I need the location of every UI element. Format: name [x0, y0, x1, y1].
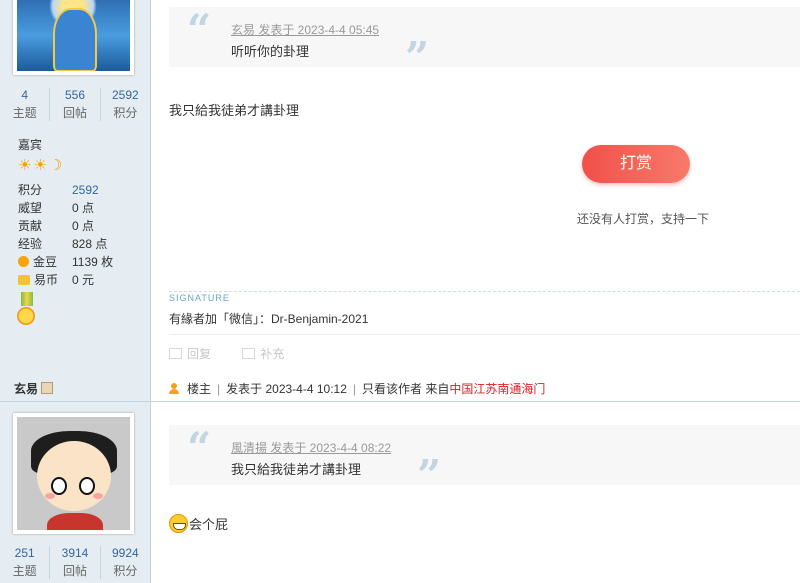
stat-threads[interactable]: 251 主题	[0, 546, 49, 579]
quote-text: 听听你的卦理	[231, 44, 310, 59]
user-stats: 4 主题 556 回帖 2592 积分	[0, 88, 150, 121]
info-row: 经验 828 点	[18, 237, 108, 251]
info-row: 积分 2592	[18, 183, 99, 197]
quote-block: “ 玄易 发表于 2023-4-4 05:45 听听你的卦理 ”	[169, 5, 800, 79]
reply-icon	[169, 348, 182, 359]
stat-replies[interactable]: 3914 回帖	[49, 546, 99, 579]
divider	[169, 334, 800, 335]
stat-points[interactable]: 9924 积分	[99, 546, 150, 579]
open-quote-icon: “	[187, 423, 212, 472]
rank-stars-icon: ☀☀☽	[18, 157, 65, 174]
author-sidebar: 4 主题 556 回帖 2592 积分 嘉宾 ☀☀☽ 积分 2592 威望 0 点 贡献 0…	[0, 0, 151, 583]
info-row: 威望 0 点	[18, 201, 95, 215]
author-icon	[169, 383, 179, 394]
quote-author-link[interactable]: 風清揚 发表于 2023-4-4 08:22	[231, 439, 391, 456]
user-stats: 251 主题 3914 回帖 9924 积分	[0, 546, 150, 579]
post-body: 我只給我徒弟才講卦理	[169, 103, 300, 118]
supplement-icon	[242, 348, 256, 359]
stat-replies[interactable]: 556 回帖	[49, 88, 99, 121]
author-name: 玄易	[14, 380, 54, 397]
buddha-avatar-image	[17, 0, 130, 71]
info-row: 金豆 1139 枚	[18, 253, 148, 271]
supplement-button[interactable]: 补充	[242, 347, 298, 361]
author-role: 楼主	[187, 382, 212, 396]
stat-points[interactable]: 2592 积分	[99, 88, 150, 121]
info-row: 易币 0 元	[18, 271, 148, 289]
post-content-area: “ 玄易 发表于 2023-4-4 05:45 听听你的卦理 ” 我只給我徒弟才…	[151, 0, 800, 583]
quote-text: 我只給我徒弟才講卦理	[231, 462, 362, 477]
cartoon-avatar-image	[17, 417, 130, 530]
coin-stack-icon	[18, 275, 30, 285]
grin-emoji-icon	[169, 514, 188, 533]
post-meta: 楼主 | 发表于 2023-4-4 10:12 | 只看该作者 来自中国江苏南通海门	[169, 380, 545, 397]
close-quote-icon: ”	[405, 33, 430, 82]
open-quote-icon: “	[187, 5, 212, 54]
from-label: 来自	[425, 382, 450, 396]
post-time: 发表于 2023-4-4 10:12	[226, 382, 347, 396]
reply-button[interactable]: 回复	[169, 347, 225, 361]
signature-label: SIGNATURE	[169, 293, 230, 303]
reward-note: 还没有人打赏，支持一下	[577, 212, 710, 226]
location-text: 中国江苏南通海门	[449, 382, 546, 396]
signature-text: 有緣者加「微信」：Dr-Benjamin-2021	[169, 312, 369, 326]
gold-bean-icon	[18, 256, 29, 267]
divider	[0, 401, 150, 402]
close-quote-icon: ”	[417, 451, 442, 500]
stat-threads[interactable]: 4 主题	[0, 88, 49, 121]
post-body: 会个屁	[169, 514, 228, 533]
online-status-icon	[41, 382, 54, 394]
divider	[151, 401, 800, 402]
signature-divider	[169, 291, 800, 292]
quote-author-link[interactable]: 玄易 发表于 2023-4-4 05:45	[231, 21, 379, 38]
user-avatar[interactable]	[13, 0, 134, 75]
medal-icon[interactable]	[17, 292, 37, 326]
reward-button[interactable]: 打赏	[582, 145, 690, 183]
only-author-link[interactable]: 只看该作者	[362, 382, 422, 396]
quote-block: “ 風清揚 发表于 2023-4-4 08:22 我只給我徒弟才講卦理 ”	[169, 423, 800, 497]
info-row: 贡献 0 点	[18, 219, 95, 233]
user-group: 嘉宾	[18, 138, 43, 152]
post-actions: 回复 补充	[169, 345, 312, 362]
user-avatar[interactable]	[13, 413, 134, 534]
user-info-list: 积分 2592 威望 0 点 贡献 0 点 经验 828 点 金豆 1139 枚 易币 0 …	[18, 181, 148, 289]
